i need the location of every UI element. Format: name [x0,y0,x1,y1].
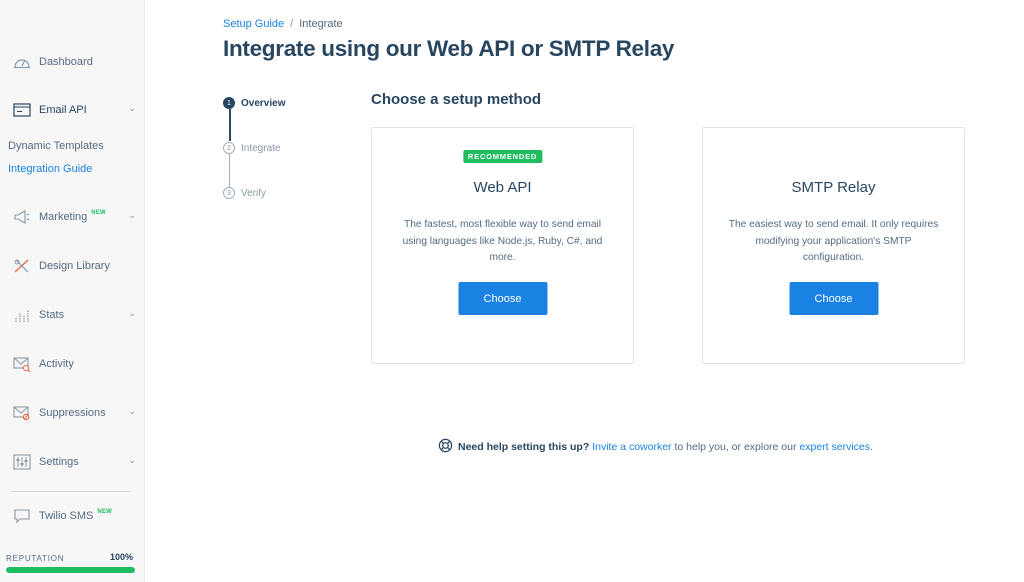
sidebar-item-label: Marketing [39,211,88,223]
breadcrumb-separator: / [290,18,294,30]
new-badge: NEW [97,509,113,515]
sidebar-item-label: Stats [39,309,65,321]
sidebar-item-label: Activity [39,358,74,370]
reputation-value: 100% [110,552,134,562]
megaphone-icon [12,207,32,227]
card-title: SMTP Relay [791,179,876,196]
sidebar: Dashboard Email API ⌄ Dynamic Templates … [0,0,145,582]
sidebar-subitem-dynamic-templates[interactable]: Dynamic Templates [8,140,104,152]
step-verify[interactable]: 3 Verify [223,187,266,199]
step-number: 3 [223,187,235,199]
api-icon [12,100,32,120]
choose-smtp-relay-button[interactable]: Choose [789,282,878,315]
help-end-text: . [870,441,873,453]
lifebuoy-icon [438,438,453,456]
mail-search-icon [12,354,32,374]
help-mid-text: to help you, or explore our [671,441,800,453]
sidebar-divider [10,491,131,492]
web-api-card: RECOMMENDED Web API The fastest, most fl… [371,127,634,364]
section-title: Choose a setup method [371,91,542,108]
sidebar-item-settings[interactable]: Settings ⌄ [12,451,140,473]
sidebar-item-label: Dashboard [39,56,93,68]
step-integrate[interactable]: 2 Integrate [223,142,280,154]
sidebar-item-label: Suppressions [39,407,106,419]
step-overview[interactable]: 1 Overview [223,97,285,109]
sidebar-item-label: Twilio SMS [39,510,94,522]
reputation-label: REPUTATION [6,554,65,563]
chat-icon [12,506,32,526]
sidebar-item-suppressions[interactable]: Suppressions ⌄ [12,402,140,424]
choose-web-api-button[interactable]: Choose [458,282,547,315]
chevron-down-icon: ⌄ [128,103,136,113]
sidebar-item-stats[interactable]: Stats ⌄ [12,304,140,326]
design-tools-icon [12,256,32,276]
card-description: The fastest, most flexible way to send e… [402,219,603,263]
sidebar-item-dashboard[interactable]: Dashboard [12,51,140,73]
sidebar-item-label: Design Library [39,260,110,272]
sidebar-item-activity[interactable]: Activity [12,353,140,375]
chevron-down-icon: ⌄ [128,308,136,318]
page-title: Integrate using our Web API or SMTP Rela… [223,36,675,61]
smtp-relay-card: SMTP Relay The easiest way to send email… [702,127,965,364]
reputation-bar [6,567,135,573]
reputation-bar-fill [6,567,135,573]
stepper-line [228,109,231,141]
sidebar-item-label: Email API [39,104,87,116]
breadcrumb: Setup Guide / Integrate [223,18,343,30]
mail-block-icon [12,403,32,423]
sidebar-item-marketing[interactable]: Marketing NEW ⌄ [12,206,140,228]
sidebar-subitem-integration-guide[interactable]: Integration Guide [8,163,92,175]
help-text: Need help setting this up? Invite a cowo… [438,438,873,456]
step-number: 2 [223,142,235,154]
step-label: Overview [241,97,286,109]
invite-coworker-link[interactable]: Invite a coworker [592,441,671,453]
breadcrumb-current: Integrate [299,18,343,30]
card-title: Web API [473,179,532,196]
sidebar-item-email-api[interactable]: Email API ⌄ [12,99,140,121]
chevron-down-icon: ⌄ [128,406,136,416]
expert-services-link[interactable]: expert services [799,441,870,453]
help-question: Need help setting this up? [458,441,590,453]
step-label: Verify [241,187,267,199]
card-description: The easiest way to send email. It only r… [728,219,939,263]
recommended-badge: RECOMMENDED [462,150,543,163]
new-badge: NEW [91,210,106,216]
breadcrumb-setup-guide-link[interactable]: Setup Guide [223,18,284,30]
sidebar-item-design-library[interactable]: Design Library [12,255,140,277]
chevron-down-icon: ⌄ [128,210,136,220]
gauge-icon [12,52,32,72]
sidebar-item-twilio-sms[interactable]: Twilio SMS NEW [12,505,140,527]
sidebar-item-label: Settings [39,456,79,468]
step-number: 1 [223,97,235,109]
chevron-down-icon: ⌄ [128,455,136,465]
chart-icon [12,305,32,325]
sliders-icon [12,452,32,472]
stepper-line [229,154,230,187]
step-label: Integrate [241,142,281,154]
